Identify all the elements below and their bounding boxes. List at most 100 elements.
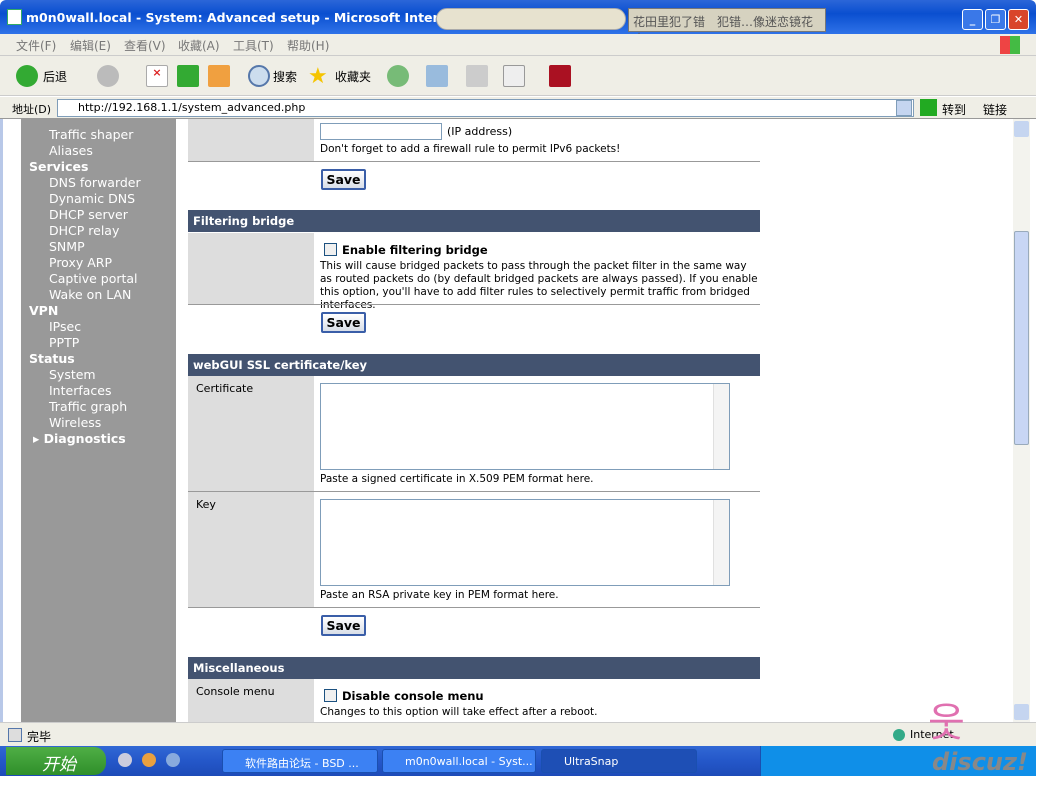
media-player-controls[interactable]	[436, 8, 626, 30]
task-ultrasnap[interactable]: UltraSnap	[541, 749, 697, 773]
sidebar-item-ipsec[interactable]: IPsec	[49, 319, 81, 334]
address-bar: 地址(D) http://192.168.1.1/system_advanced…	[0, 97, 1036, 119]
sidebar-label: VPN	[29, 303, 59, 318]
search-button[interactable]: 搜索	[273, 68, 297, 85]
sidebar-item-dynamic-dns[interactable]: Dynamic DNS	[49, 191, 135, 206]
page-scrollbar[interactable]	[1013, 119, 1030, 722]
address-dropdown-icon[interactable]	[896, 100, 912, 116]
url-input[interactable]: http://192.168.1.1/system_advanced.php	[57, 99, 914, 117]
certificate-label: Certificate	[188, 376, 314, 491]
home-icon[interactable]	[208, 65, 230, 87]
go-button[interactable]: 转到	[942, 101, 966, 118]
sidebar-label: Wireless	[49, 415, 102, 430]
quicklaunch-qq-icon[interactable]	[142, 753, 156, 767]
scroll-up-icon[interactable]	[1014, 121, 1029, 137]
links-button[interactable]: 链接	[983, 101, 1007, 118]
minimize-button[interactable]: _	[962, 9, 983, 30]
sidebar-item-aliases[interactable]: Aliases	[49, 143, 93, 158]
divider	[188, 607, 760, 608]
sidebar-label: Services	[29, 159, 89, 174]
sidebar-label: Status	[29, 351, 75, 366]
menu-favorites[interactable]: 收藏(A)	[178, 37, 220, 54]
ip-address-hint: (IP address)	[447, 125, 513, 138]
restore-button[interactable]: ❐	[985, 9, 1006, 30]
ipv6-label-cell	[188, 119, 314, 161]
enable-filtering-bridge-checkbox[interactable]	[324, 243, 337, 256]
sidebar-label: SNMP	[49, 239, 85, 254]
stop-icon[interactable]: ×	[146, 65, 168, 87]
menu-tools[interactable]: 工具(T)	[233, 37, 274, 54]
console-menu-label: Console menu	[188, 679, 314, 722]
search-icon[interactable]	[248, 65, 270, 87]
status-bar: 完毕 Internet	[0, 722, 1036, 746]
mail-icon[interactable]	[426, 65, 448, 87]
close-button[interactable]: ✕	[1008, 9, 1029, 30]
menu-file[interactable]: 文件(F)	[16, 37, 56, 54]
section-header-miscellaneous: Miscellaneous	[188, 657, 760, 679]
menu-help[interactable]: 帮助(H)	[287, 37, 329, 54]
address-label: 地址(D)	[12, 103, 52, 116]
page-content: Traffic shaper Aliases Services DNS forward…	[0, 119, 1030, 722]
sidebar-label: Captive portal	[49, 271, 138, 286]
divider	[188, 161, 760, 162]
sidebar-label: Diagnostics	[43, 431, 126, 446]
menu-view[interactable]: 查看(V)	[124, 37, 166, 54]
edit-word-icon[interactable]	[503, 65, 525, 87]
sidebar-label: Aliases	[49, 143, 93, 158]
refresh-icon[interactable]	[177, 65, 199, 87]
sidebar-item-wake-on-lan[interactable]: Wake on LAN	[49, 287, 131, 302]
sidebar-category-services: Services	[29, 159, 88, 174]
sidebar-item-pptp[interactable]: PPTP	[49, 335, 79, 350]
taskbar: 开始 软件路由论坛 - BSD ... m0n0wall.local - Sys…	[0, 746, 1036, 776]
ipv6-address-input[interactable]	[320, 123, 442, 140]
sidebar-item-wireless[interactable]: Wireless	[49, 415, 101, 430]
save-button[interactable]: Save	[321, 615, 366, 636]
forward-arrow-icon[interactable]	[97, 65, 119, 87]
disable-console-menu-checkbox[interactable]	[324, 689, 337, 702]
print-icon[interactable]	[466, 65, 488, 87]
favorites-star-icon[interactable]: ★	[308, 64, 328, 89]
sidebar-item-traffic-graph[interactable]: Traffic graph	[49, 399, 127, 414]
sidebar-label: DNS forwarder	[49, 175, 141, 190]
sidebar-category-vpn: VPN	[29, 303, 58, 318]
sidebar-item-snmp[interactable]: SNMP	[49, 239, 85, 254]
save-button[interactable]: Save	[321, 169, 366, 190]
back-button[interactable]: 后退	[43, 68, 67, 85]
sidebar-label: IPsec	[49, 319, 82, 334]
sidebar-item-proxy-arp[interactable]: Proxy ARP	[49, 255, 112, 270]
key-textarea[interactable]	[320, 499, 730, 586]
sidebar-item-captive-portal[interactable]: Captive portal	[49, 271, 138, 286]
sidebar-item-dns-forwarder[interactable]: DNS forwarder	[49, 175, 141, 190]
quicklaunch-ie-icon[interactable]	[118, 753, 132, 767]
window-title: m0n0wall.local - System: Advanced setup …	[26, 10, 492, 25]
sidebar-category-diagnostics[interactable]: ▸ Diagnostics	[33, 431, 126, 446]
history-icon[interactable]	[387, 65, 409, 87]
task-forum[interactable]: 软件路由论坛 - BSD ...	[222, 749, 378, 773]
textarea-scrollbar[interactable]	[713, 500, 729, 585]
status-text: 完毕	[27, 730, 52, 744]
sidebar-item-dhcp-server[interactable]: DHCP server	[49, 207, 128, 222]
sidebar-item-traffic-shaper[interactable]: Traffic shaper	[49, 127, 133, 142]
certificate-textarea[interactable]	[320, 383, 730, 470]
sidebar-item-dhcp-relay[interactable]: DHCP relay	[49, 223, 119, 238]
sidebar-label: DHCP server	[49, 207, 128, 222]
page-done-icon	[8, 728, 22, 742]
save-button[interactable]: Save	[321, 312, 366, 333]
addon-icon[interactable]	[549, 65, 571, 87]
disable-console-menu-label: Disable console menu	[342, 689, 484, 703]
go-arrow-icon[interactable]	[920, 99, 937, 116]
discuz-watermark: 웃 discuz!	[928, 700, 1028, 776]
quicklaunch-m-icon[interactable]	[166, 753, 180, 767]
sidebar-label: Proxy ARP	[49, 255, 112, 270]
favorites-button[interactable]: 收藏夹	[335, 68, 371, 85]
menu-edit[interactable]: 编辑(E)	[70, 37, 111, 54]
sidebar-item-system[interactable]: System	[49, 367, 96, 382]
task-m0n0wall[interactable]: m0n0wall.local - Syst...	[382, 749, 536, 773]
textarea-scrollbar[interactable]	[713, 384, 729, 469]
title-bar: m0n0wall.local - System: Advanced setup …	[0, 0, 1036, 46]
back-arrow-icon[interactable]	[16, 65, 38, 87]
sidebar-item-interfaces[interactable]: Interfaces	[49, 383, 111, 398]
windows-logo-icon	[1000, 36, 1020, 54]
scroll-thumb[interactable]	[1014, 231, 1029, 445]
start-button[interactable]: 开始	[6, 747, 106, 775]
